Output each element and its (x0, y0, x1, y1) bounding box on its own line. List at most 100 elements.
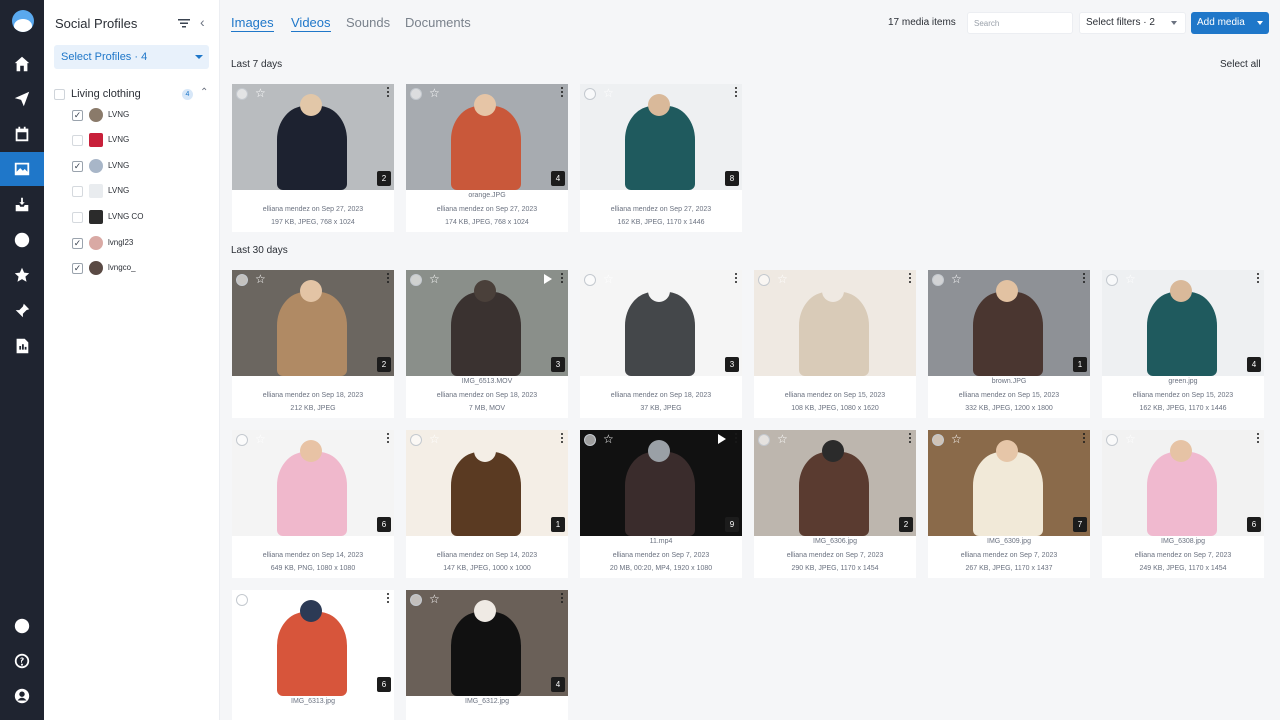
select-circle-icon[interactable] (932, 274, 944, 286)
more-options-icon[interactable] (1081, 272, 1087, 286)
select-circle-icon[interactable] (236, 434, 248, 446)
select-filters-dropdown[interactable]: Select filters · 2 (1079, 12, 1186, 34)
profile-row[interactable]: ✓ lvngl23 (72, 236, 212, 252)
profile-checkbox[interactable] (72, 212, 83, 223)
more-options-icon[interactable] (385, 86, 391, 100)
media-thumbnail[interactable]: ☆ 4 (406, 84, 568, 190)
select-circle-icon[interactable] (758, 274, 770, 286)
select-all-link[interactable]: Select all (1220, 59, 1261, 70)
more-options-icon[interactable] (385, 592, 391, 606)
add-media-button[interactable]: Add media (1191, 12, 1269, 34)
more-options-icon[interactable] (1255, 272, 1261, 286)
media-thumbnail[interactable]: ☆ 8 (580, 84, 742, 190)
help-icon[interactable] (0, 644, 44, 678)
profile-checkbox[interactable] (72, 186, 83, 197)
profile-row[interactable]: ✓ LVNG (72, 159, 212, 175)
media-card[interactable]: ☆ 6 IMG_6308.jpg elliana mendez on Sep 7, 2… (1102, 430, 1264, 578)
select-circle-icon[interactable] (1106, 434, 1118, 446)
tab-images[interactable]: Images (231, 15, 274, 32)
media-card[interactable]: ☆ 2 elliana mendez on Sep 18, 2023 212 KB, … (232, 270, 394, 418)
media-card[interactable]: ☆ 3 elliana mendez on Sep 18, 2023 37 KB, J… (580, 270, 742, 418)
select-circle-icon[interactable] (410, 274, 422, 286)
media-card[interactable]: ☆ 4 orange.JPG elliana mendez on Sep 27, 20… (406, 84, 568, 232)
select-circle-icon[interactable] (410, 434, 422, 446)
media-thumbnail[interactable]: ☆ 1 (928, 270, 1090, 376)
media-thumbnail[interactable]: ☆ 3 (406, 270, 568, 376)
more-options-icon[interactable] (559, 592, 565, 606)
media-thumbnail[interactable]: ☆ 9 (580, 430, 742, 536)
tab-documents[interactable]: Documents (405, 15, 471, 30)
more-options-icon[interactable] (1081, 432, 1087, 446)
collapse-panel-icon[interactable]: ‹ (200, 15, 212, 29)
media-card[interactable]: ☆ 8 elliana mendez on Sep 27, 2023 162 KB, … (580, 84, 742, 232)
star-icon[interactable]: ☆ (429, 272, 440, 286)
tab-sounds[interactable]: Sounds (346, 15, 390, 30)
star-icon[interactable]: ☆ (429, 592, 440, 606)
profile-checkbox[interactable]: ✓ (72, 238, 83, 249)
profile-checkbox[interactable] (72, 135, 83, 146)
media-card[interactable]: ☆ 4 IMG_6312.jpg (406, 590, 568, 720)
select-circle-icon[interactable] (236, 88, 248, 100)
media-thumbnail[interactable]: ☆ 6 (232, 590, 394, 696)
media-card[interactable]: ☆ 3 IMG_6513.MOV elliana mendez on Sep 18, … (406, 270, 568, 418)
media-thumbnail[interactable]: ☆ 4 (406, 590, 568, 696)
star-icon[interactable]: ☆ (951, 432, 962, 446)
home-icon[interactable] (0, 47, 44, 81)
listening-icon[interactable] (0, 223, 44, 257)
star-icon[interactable]: ☆ (255, 272, 266, 286)
filter-icon[interactable] (177, 16, 191, 30)
media-card[interactable]: ☆ 9 11.mp4 elliana mendez on Sep 7, 2023 20 … (580, 430, 742, 578)
media-thumbnail[interactable]: ☆ 3 (580, 270, 742, 376)
star-icon[interactable]: ☆ (777, 432, 788, 446)
media-card[interactable]: ☆ 1 elliana mendez on Sep 14, 2023 147 KB, … (406, 430, 568, 578)
select-circle-icon[interactable] (410, 88, 422, 100)
select-circle-icon[interactable] (758, 434, 770, 446)
star-icon[interactable]: ☆ (429, 86, 440, 100)
select-profiles-dropdown[interactable]: Select Profiles · 4 (54, 45, 209, 69)
chevron-up-icon[interactable]: ⌃ (200, 87, 208, 98)
select-circle-icon[interactable] (236, 594, 248, 606)
star-icon[interactable]: ☆ (777, 272, 788, 286)
select-circle-icon[interactable] (410, 594, 422, 606)
select-circle-icon[interactable] (584, 434, 596, 446)
profile-row[interactable]: LVNG CO (72, 210, 212, 226)
media-card[interactable]: ☆ 1 brown.JPG elliana mendez on Sep 15, 202… (928, 270, 1090, 418)
more-options-icon[interactable] (559, 272, 565, 286)
pin-icon[interactable] (0, 294, 44, 328)
media-thumbnail[interactable]: ☆ 1 (406, 430, 568, 536)
more-options-icon[interactable] (1255, 432, 1261, 446)
media-card[interactable]: ☆ 2 elliana mendez on Sep 27, 2023 197 KB, … (232, 84, 394, 232)
media-thumbnail[interactable]: ☆ 2 (754, 430, 916, 536)
profile-row[interactable]: LVNG (72, 133, 212, 149)
star-icon[interactable]: ☆ (1125, 432, 1136, 446)
media-thumbnail[interactable]: ☆ 4 (1102, 270, 1264, 376)
media-library-icon[interactable] (0, 152, 44, 186)
select-circle-icon[interactable] (236, 274, 248, 286)
more-options-icon[interactable] (559, 86, 565, 100)
select-circle-icon[interactable] (584, 88, 596, 100)
profile-group[interactable]: Living clothing 4 ⌃ (54, 87, 214, 102)
media-thumbnail[interactable]: ☆ 6 (1102, 430, 1264, 536)
star-icon[interactable]: ☆ (255, 432, 266, 446)
star-icon[interactable]: ☆ (603, 272, 614, 286)
tab-videos[interactable]: Videos (291, 15, 331, 32)
more-options-icon[interactable] (385, 432, 391, 446)
profile-row[interactable]: LVNG (72, 184, 212, 200)
star-icon[interactable]: ☆ (1125, 272, 1136, 286)
send-icon[interactable] (0, 82, 44, 116)
select-circle-icon[interactable] (1106, 274, 1118, 286)
star-icon[interactable]: ☆ (255, 86, 266, 100)
star-icon[interactable]: ☆ (429, 432, 440, 446)
more-options-icon[interactable] (733, 432, 739, 446)
reports-icon[interactable] (0, 329, 44, 363)
more-options-icon[interactable] (733, 86, 739, 100)
add-icon[interactable] (0, 609, 44, 643)
profile-checkbox[interactable]: ✓ (72, 110, 83, 121)
media-thumbnail[interactable]: ☆ (754, 270, 916, 376)
inbox-icon[interactable] (0, 188, 44, 222)
profile-checkbox[interactable]: ✓ (72, 263, 83, 274)
star-icon[interactable]: ☆ (603, 86, 614, 100)
media-thumbnail[interactable]: ☆ 2 (232, 84, 394, 190)
profile-row[interactable]: ✓ LVNG (72, 108, 212, 124)
media-card[interactable]: ☆ 7 IMG_6309.jpg elliana mendez on Sep 7, 2… (928, 430, 1090, 578)
